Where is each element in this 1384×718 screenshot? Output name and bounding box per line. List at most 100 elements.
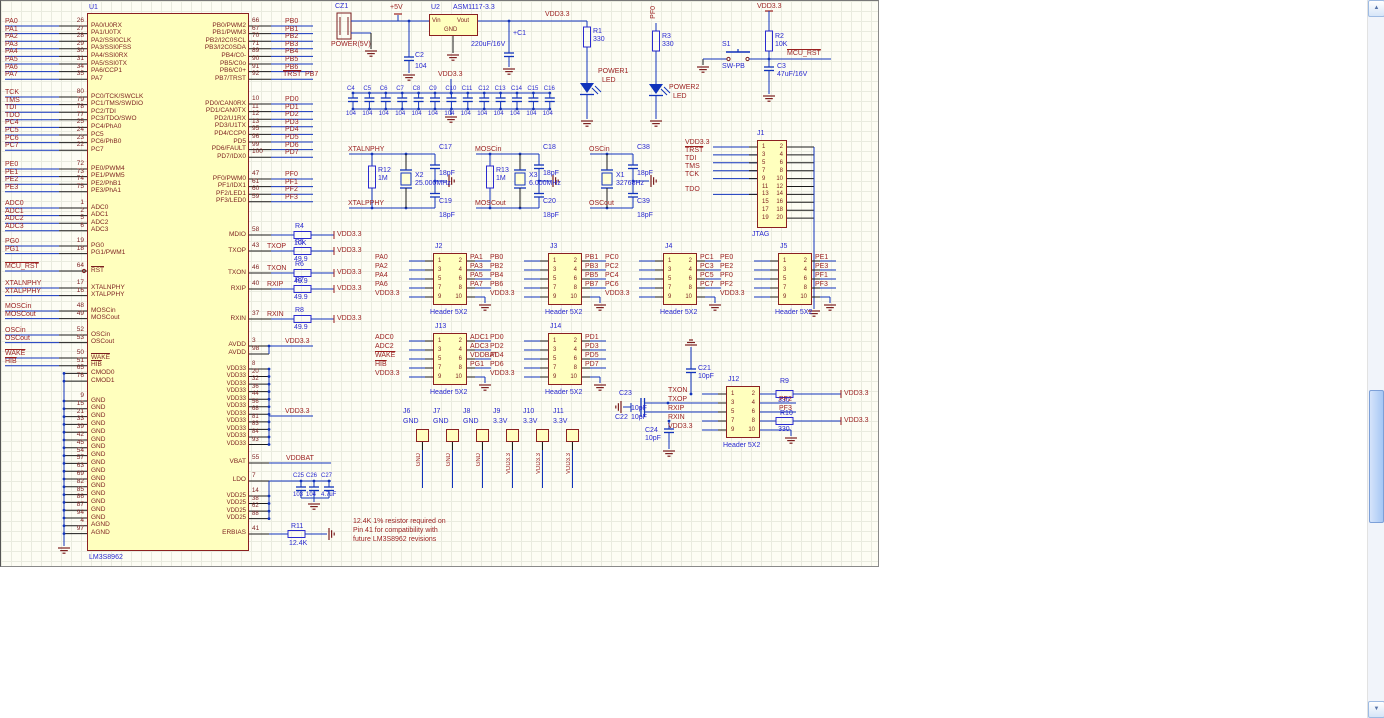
capacitor-designator[interactable]: C19 — [439, 198, 452, 205]
header-designator[interactable]: J4 — [665, 243, 672, 250]
schematic-sheet[interactable]: U1 LM3S8962 PA0 26 PA0/U0RX PA1 27 PA1/U0TX PA2 2… — [0, 0, 879, 567]
scroll-up-button[interactable]: ▲ — [1368, 0, 1384, 17]
resistor-designator[interactable]: R3 — [662, 33, 671, 40]
pin-name: MDIO — [229, 230, 246, 238]
crystal-designator[interactable]: X3 — [529, 172, 538, 179]
header-designator[interactable]: J8 — [463, 408, 470, 415]
crystal-designator[interactable]: X1 — [616, 172, 625, 179]
capacitor-designator[interactable]: C13 — [495, 86, 506, 92]
resistor-designator[interactable]: R12 — [378, 167, 391, 174]
capacitor-designator[interactable]: C21 — [698, 365, 711, 372]
net-label: GND — [476, 453, 482, 467]
pin-name: RXIP — [230, 284, 246, 292]
header-designator[interactable]: J13 — [435, 323, 446, 330]
capacitor-value: 18pF — [439, 212, 455, 219]
net-label: PG1 — [470, 361, 485, 368]
header-designator[interactable]: J9 — [493, 408, 500, 415]
pin-number: 4 — [751, 400, 755, 406]
capacitor-designator[interactable]: C8 — [413, 86, 421, 92]
header-designator[interactable]: J1 — [757, 130, 764, 137]
header-designator[interactable]: J7 — [433, 408, 440, 415]
single-pin-header-body[interactable] — [506, 429, 519, 442]
capacitor-designator[interactable]: C27 — [321, 473, 332, 479]
capacitor-designator[interactable]: C11 — [462, 86, 473, 92]
pin-name: PA6/CCP1 — [91, 67, 122, 75]
resistor-designator[interactable]: R1 — [593, 28, 602, 35]
pin-name: PD2/U1RX — [214, 114, 246, 122]
capacitor-designator[interactable]: C4 — [347, 86, 355, 92]
pin-number: 48 — [76, 302, 84, 309]
capacitor-designator[interactable]: +C1 — [513, 30, 526, 37]
scroll-down-button[interactable]: ▼ — [1368, 701, 1384, 718]
resistor-designator[interactable]: R2 — [775, 33, 784, 40]
net-label: ADC3 — [5, 222, 24, 230]
switch-designator[interactable]: S1 — [722, 41, 731, 48]
header-designator[interactable]: J3 — [550, 243, 557, 250]
pin-name: ADC1 — [91, 211, 109, 219]
pin-number: 9 — [668, 294, 672, 300]
single-pin-header-body[interactable] — [476, 429, 489, 442]
resistor-designator[interactable]: R6 — [295, 261, 304, 268]
capacitor-designator[interactable]: C6 — [380, 86, 388, 92]
capacitor-designator[interactable]: C24 — [645, 427, 658, 434]
pin-name: AGND — [91, 521, 110, 529]
resistor-value: 330 — [662, 41, 674, 48]
crystal-designator[interactable]: X2 — [415, 172, 424, 179]
led-designator[interactable]: POWER2 — [669, 84, 699, 91]
capacitor-designator[interactable]: C5 — [363, 86, 371, 92]
capacitor-designator[interactable]: C38 — [637, 144, 650, 151]
capacitor-designator[interactable]: C14 — [511, 86, 522, 92]
pin-number: 22 — [76, 141, 84, 149]
header-designator[interactable]: J14 — [550, 323, 561, 330]
pin-number: 8 — [252, 361, 256, 367]
capacitor-designator[interactable]: C22 — [615, 414, 628, 421]
capacitor-designator[interactable]: C15 — [527, 86, 538, 92]
capacitor-designator[interactable]: C25 — [293, 473, 304, 479]
capacitor-designator[interactable]: C16 — [544, 86, 555, 92]
capacitor-designator[interactable]: C10 — [445, 86, 456, 92]
pin-number: 30 — [76, 47, 84, 55]
pin-number: 5 — [762, 159, 766, 166]
capacitor-designator[interactable]: C26 — [306, 473, 317, 479]
header-designator[interactable]: J10 — [523, 408, 534, 415]
capacitor-designator[interactable]: C7 — [396, 86, 404, 92]
jack-designator[interactable]: CZ1 — [335, 3, 348, 10]
resistor-designator[interactable]: R9 — [780, 378, 789, 385]
capacitor-designator[interactable]: C17 — [439, 144, 452, 151]
switch-part: SW-PB — [722, 63, 745, 70]
capacitor-designator[interactable]: C12 — [478, 86, 489, 92]
resistor-designator[interactable]: R13 — [496, 167, 509, 174]
capacitor-designator[interactable]: C3 — [777, 63, 786, 70]
pin-number: 5 — [438, 356, 442, 362]
capacitor-designator[interactable]: C2 — [415, 52, 424, 59]
scrollbar-thumb[interactable] — [1369, 390, 1384, 523]
resistor-designator[interactable]: R4 — [295, 223, 304, 230]
pin-number: 5 — [668, 276, 672, 282]
header-designator[interactable]: J12 — [728, 376, 739, 383]
single-pin-header-body[interactable] — [446, 429, 459, 442]
resistor-designator[interactable]: R10 — [780, 410, 793, 417]
single-pin-header-body[interactable] — [416, 429, 429, 442]
single-pin-header-body[interactable] — [566, 429, 579, 442]
net-label: PC6 — [5, 134, 19, 142]
capacitor-designator[interactable]: C20 — [543, 198, 556, 205]
header-designator[interactable]: J6 — [403, 408, 410, 415]
capacitor-designator[interactable]: C23 — [619, 390, 632, 397]
header-designator[interactable]: J5 — [780, 243, 787, 250]
capacitor-designator[interactable]: C39 — [637, 198, 650, 205]
header-designator[interactable]: J2 — [435, 243, 442, 250]
header-designator[interactable]: J11 — [553, 408, 564, 415]
resistor-designator[interactable]: R8 — [295, 307, 304, 314]
pin-number: 66 — [252, 17, 260, 24]
vertical-scrollbar[interactable]: ▲ ▼ — [1367, 0, 1384, 718]
resistor-designator[interactable]: R5 — [295, 239, 304, 246]
net-label: PF3 — [815, 281, 828, 288]
capacitor-designator[interactable]: C18 — [543, 144, 556, 151]
pin-name: PD6/FAULT — [211, 145, 246, 153]
capacitor-designator[interactable]: C9 — [429, 86, 437, 92]
single-pin-header-body[interactable] — [536, 429, 549, 442]
net-label: PF2 — [720, 281, 733, 288]
resistor-designator[interactable]: R7 — [295, 277, 304, 284]
led-designator[interactable]: POWER1 — [598, 68, 628, 75]
resistor-designator[interactable]: R11 — [291, 523, 303, 530]
